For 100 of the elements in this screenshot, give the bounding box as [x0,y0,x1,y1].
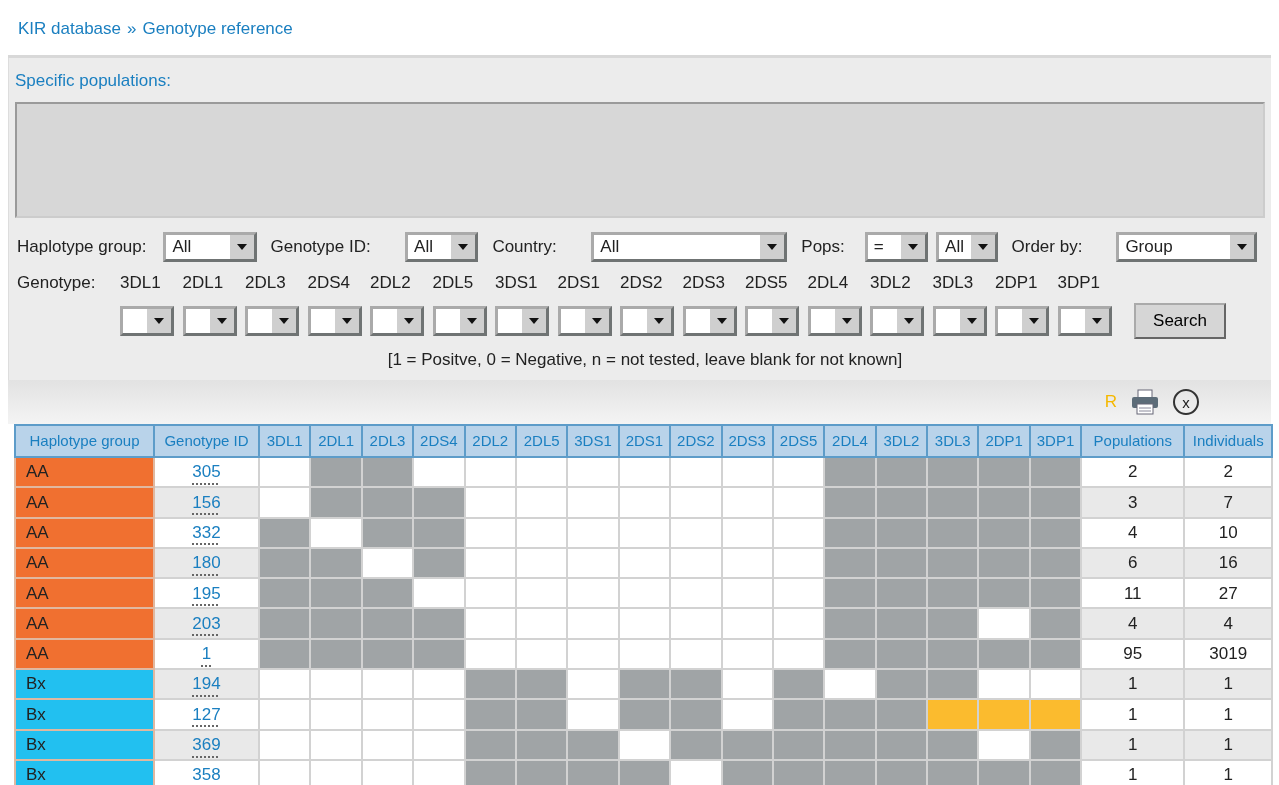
group-cell: Bx [15,729,154,760]
gene-label: 2DL2 [370,271,412,294]
dropdown[interactable]: All [163,231,257,262]
table-cell: 1 [1081,729,1185,760]
group-cell: AA [15,457,154,488]
column-header[interactable]: 3DL1 [259,425,311,457]
dropdown[interactable] [995,305,1049,336]
dropdown[interactable] [245,305,299,336]
close-button[interactable]: x [1173,389,1199,415]
caret-icon [522,308,546,333]
column-header[interactable]: 2DL4 [824,425,876,457]
genotype-label: Genotype: [16,271,97,294]
breadcrumb-separator: » [127,19,137,38]
genotype-link[interactable]: 194 [192,674,221,694]
caret-icon [451,234,476,259]
caret-icon [147,308,171,333]
column-header[interactable]: 3DL3 [927,425,979,457]
table-cell: 4 [1184,608,1273,639]
genotype-link[interactable]: 203 [192,613,221,633]
gene-label: 2DL3 [245,271,287,294]
caret-icon [272,308,296,333]
group-cell: Bx [15,699,154,730]
genotype-link[interactable]: 195 [192,583,221,603]
group-cell: AA [15,547,154,579]
dropdown[interactable] [432,305,487,336]
dropdown[interactable] [182,305,237,336]
column-header[interactable]: 3DL2 [875,425,928,457]
dropdown[interactable] [932,305,987,336]
caret-icon [970,234,995,259]
gene-label: 3DL3 [932,271,975,294]
table-cell: 6 [1081,547,1185,579]
gene-label: 3DS1 [495,271,539,294]
caret-icon [647,308,671,333]
caret-icon [584,308,609,333]
gene-label: 2DS1 [557,271,602,294]
dropdown[interactable] [495,305,549,336]
printer-icon[interactable] [1131,389,1159,415]
genotype-link[interactable]: 332 [192,523,221,542]
genotype-link[interactable]: 369 [192,735,221,755]
genotype-link[interactable]: 305 [192,462,221,482]
column-header[interactable]: 3DS1 [567,425,619,457]
column-header[interactable]: 2DS5 [772,425,825,457]
caret-icon [772,308,796,333]
dropdown[interactable] [120,305,174,336]
dropdown[interactable] [807,305,862,336]
gene-label: 2DS3 [682,271,727,294]
dropdown[interactable]: Group [1116,231,1257,262]
column-header[interactable]: 2DS1 [618,425,671,457]
column-header[interactable]: 2DL1 [310,425,362,457]
dropdown[interactable]: = [864,231,929,262]
dropdown[interactable]: All [591,231,788,262]
gene-label: 3DL2 [870,271,912,294]
genotype-link[interactable]: 180 [192,553,221,573]
caret-icon [1022,308,1046,333]
genotype-link[interactable]: 127 [192,704,221,724]
dropdown[interactable] [870,305,924,336]
table-cell: 4 [1081,608,1185,639]
search-button[interactable]: Search [1134,303,1226,339]
group-cell: AA [15,487,154,518]
column-header[interactable]: Populations [1081,425,1185,457]
table-cell: 4 [1081,517,1185,548]
column-header[interactable]: Haplotype group [15,425,154,457]
breadcrumb-link[interactable]: Genotype reference [142,19,293,38]
dropdown[interactable]: All [936,231,998,262]
caret-icon [959,308,984,333]
filter-label: Country: [491,235,558,258]
dropdown[interactable] [745,305,799,336]
group-cell: AA [15,638,154,670]
genotype-link[interactable]: 1 [201,644,212,664]
dropdown[interactable] [620,305,674,336]
dropdown[interactable] [682,305,737,336]
caret-icon [334,308,359,333]
dropdown[interactable] [307,305,362,336]
caret-icon [1084,308,1109,333]
table-cell: 7 [1184,487,1273,518]
genotype-link[interactable]: 156 [192,492,221,512]
column-header[interactable]: Genotype ID [154,425,259,457]
filter-label: Genotype ID: [269,235,372,258]
dropdown[interactable] [1057,305,1112,336]
breadcrumb-link[interactable]: KIR database [18,19,121,38]
gene-label: 3DP1 [1057,271,1102,294]
group-cell: Bx [15,669,154,700]
gene-label: 2DP1 [995,271,1039,294]
dropdown[interactable]: All [405,231,479,262]
column-header[interactable]: Individuals [1184,425,1273,457]
column-header[interactable]: 2DS4 [413,425,465,457]
gene-label: 2DL1 [182,271,225,294]
caret-icon [901,234,926,259]
dropdown[interactable] [557,305,612,336]
column-header[interactable]: 2DS2 [670,425,722,457]
column-header[interactable]: 2DL3 [361,425,414,457]
table-cell: 10 [1184,517,1273,548]
column-header[interactable]: 2DL2 [464,425,516,457]
column-header[interactable]: 2DS3 [721,425,773,457]
column-header[interactable]: 3DP1 [1029,425,1082,457]
column-header[interactable]: 2DL5 [515,425,568,457]
dropdown[interactable] [370,305,424,336]
column-header[interactable]: 2DP1 [978,425,1030,457]
group-cell: Bx [15,759,154,785]
gene-label: 3DL1 [120,271,162,294]
